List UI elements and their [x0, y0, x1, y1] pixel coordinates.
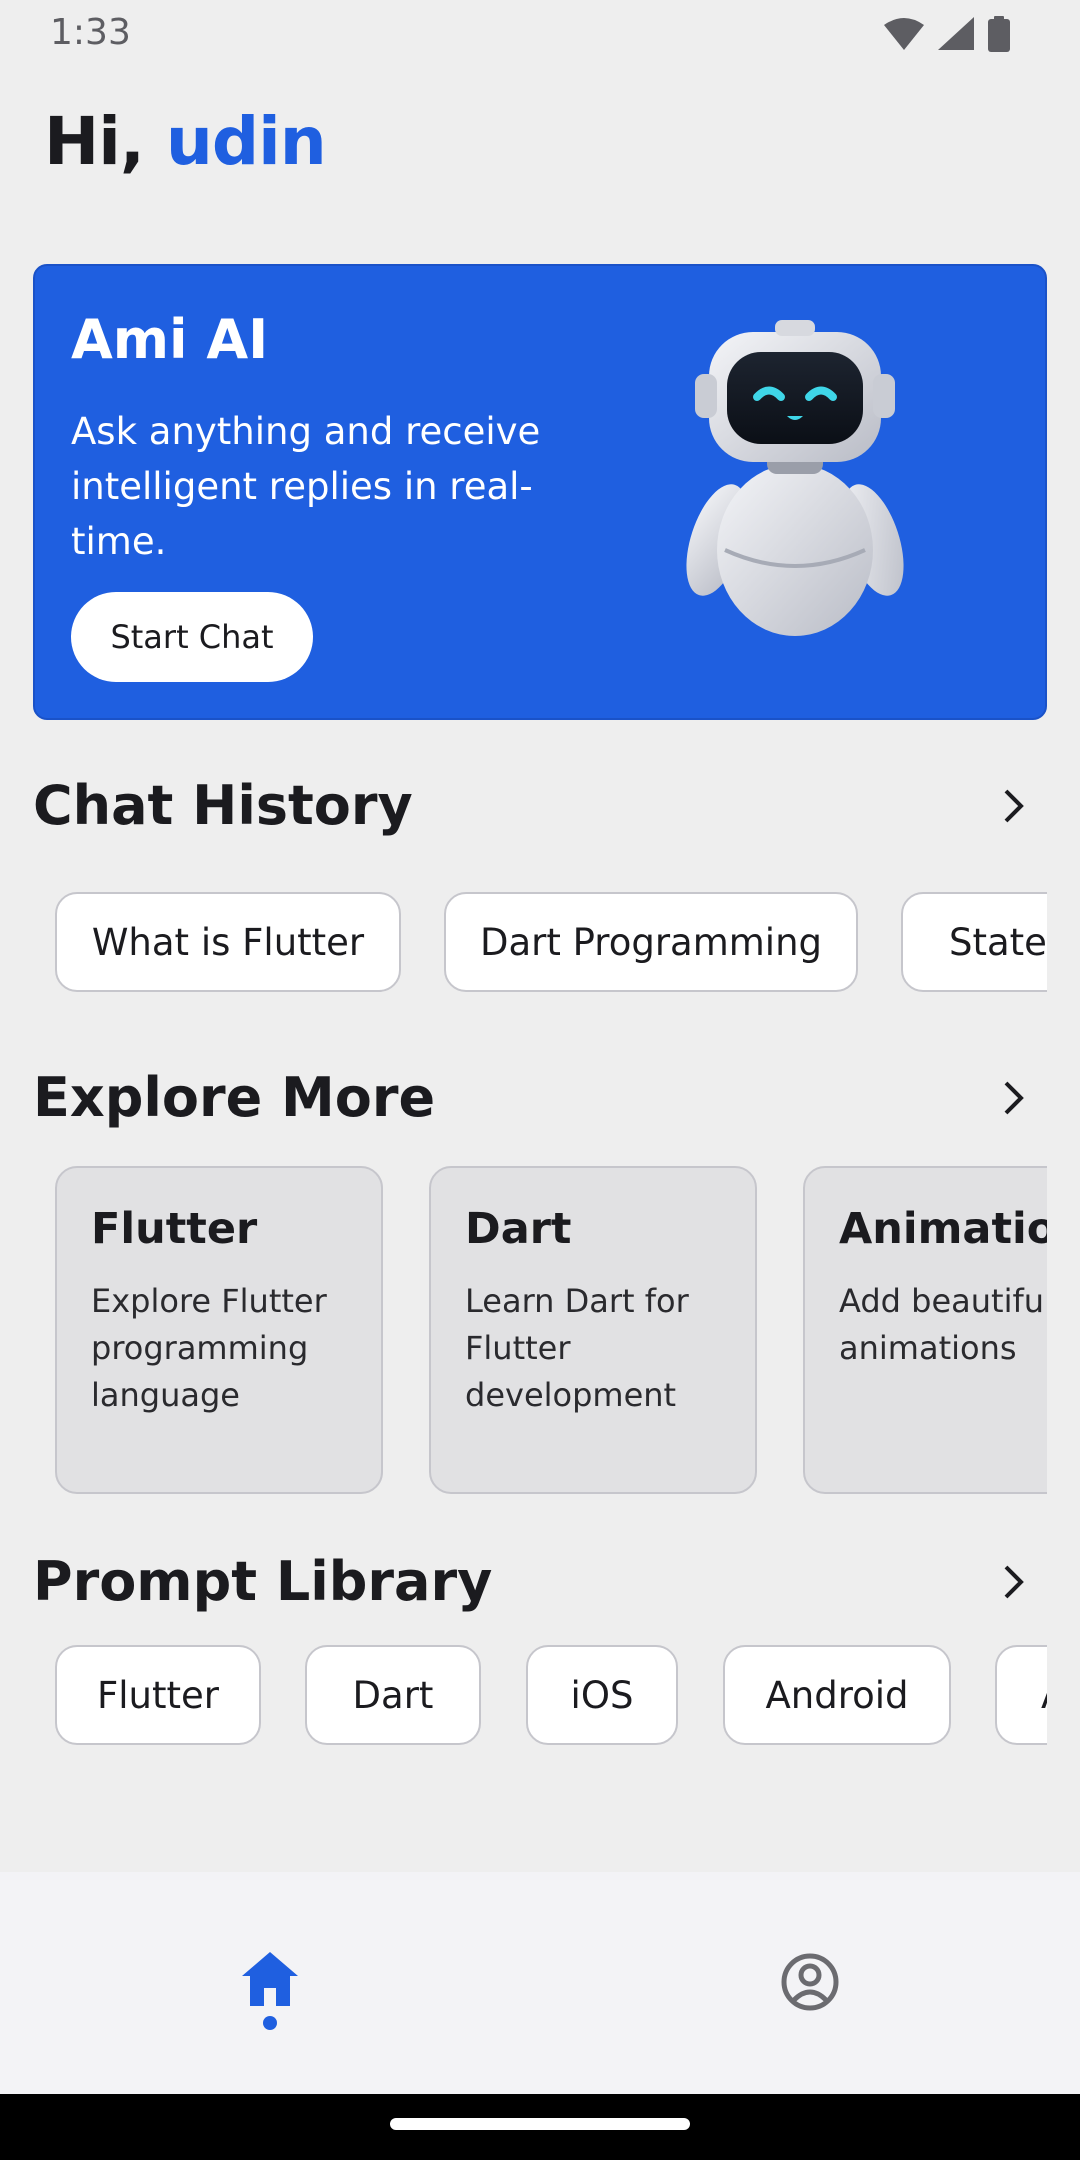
prompt-library-list: Flutter Dart iOS Android A [33, 1645, 1047, 1747]
hero-description: Ask anything and receive intelligent rep… [71, 410, 541, 563]
greeting-prefix: Hi, [44, 103, 166, 180]
profile-icon[interactable] [770, 1942, 850, 2022]
gesture-navigation-bar [0, 2094, 1080, 2160]
bottom-navigation [0, 1872, 1080, 2094]
prompt-library-title: Prompt Library [33, 1550, 493, 1613]
card-description: Add beautiful animations [839, 1282, 1047, 1367]
explore-more-list: Flutter Explore Flutter programming lang… [33, 1166, 1047, 1496]
card-title: Dart [465, 1204, 572, 1254]
signal-icon [938, 17, 974, 50]
greeting: Hi, udin [44, 100, 327, 184]
start-chat-button[interactable]: Start Chat [71, 592, 313, 682]
prompt-chip[interactable]: A [995, 1645, 1047, 1745]
user-name: udin [165, 103, 327, 180]
prompt-chip[interactable]: Flutter [55, 1645, 261, 1745]
explore-more-title: Explore More [33, 1066, 436, 1129]
home-icon[interactable] [230, 1942, 310, 2022]
prompt-chip[interactable]: iOS [526, 1645, 678, 1745]
chevron-right-icon[interactable] [993, 1078, 1033, 1118]
chat-history-chip[interactable]: State [901, 892, 1047, 992]
home-gesture-handle[interactable] [390, 2118, 690, 2130]
prompt-chip[interactable]: Dart [305, 1645, 481, 1745]
prompt-library-header[interactable]: Prompt Library [33, 1542, 1043, 1622]
status-icons [884, 16, 1010, 52]
chat-history-header[interactable]: Chat History [33, 766, 1043, 846]
chat-history-chip[interactable]: Dart Programming [444, 892, 858, 992]
chat-history-title: Chat History [33, 774, 413, 837]
hero-title: Ami AI [71, 308, 269, 371]
ami-ai-hero-card[interactable]: Ami AI Ask anything and receive intellig… [33, 264, 1047, 720]
explore-card-animation[interactable]: Animation Add beautiful animations [803, 1166, 1047, 1494]
battery-icon [988, 16, 1010, 52]
card-description: Learn Dart for Flutter development [465, 1282, 689, 1414]
card-title: Flutter [91, 1204, 258, 1254]
explore-card-flutter[interactable]: Flutter Explore Flutter programming lang… [55, 1166, 383, 1494]
status-time: 1:33 [50, 12, 131, 53]
card-title: Animation [839, 1204, 1047, 1254]
robot-illustration [686, 320, 904, 636]
wifi-icon [884, 18, 924, 50]
status-bar: 1:33 [0, 0, 1080, 66]
chat-history-chip[interactable]: What is Flutter [55, 892, 401, 992]
explore-more-header[interactable]: Explore More [33, 1058, 1043, 1138]
chevron-right-icon[interactable] [993, 786, 1033, 826]
chat-history-list: What is Flutter Dart Programming State [33, 892, 1047, 994]
chevron-right-icon[interactable] [993, 1562, 1033, 1602]
active-indicator [263, 2016, 277, 2030]
card-description: Explore Flutter programming language [91, 1282, 327, 1414]
prompt-chip[interactable]: Android [723, 1645, 951, 1745]
explore-card-dart[interactable]: Dart Learn Dart for Flutter development [429, 1166, 757, 1494]
